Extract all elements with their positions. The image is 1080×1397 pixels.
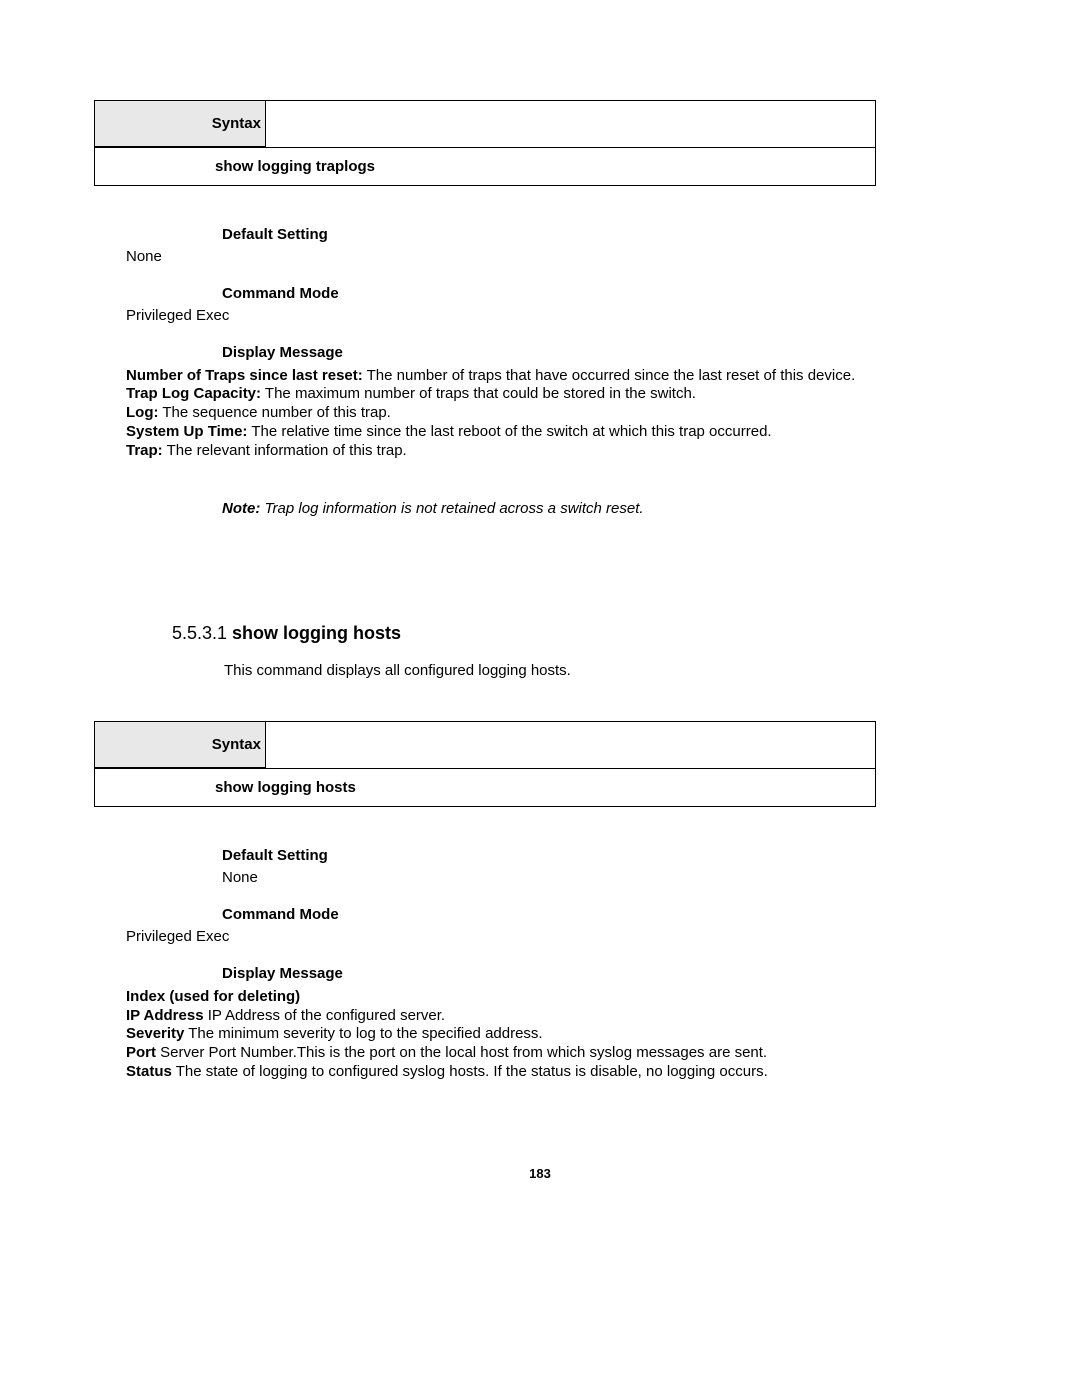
trap-label: Trap: — [126, 442, 163, 459]
port-text: Server Port Number.This is the port on t… — [156, 1044, 767, 1061]
ip-label: IP Address — [126, 1007, 204, 1024]
subsection-heading: 5.5.3.1 show logging hosts — [172, 623, 960, 644]
display-message-label-1: Display Message — [222, 344, 960, 361]
command-mode-label-2: Command Mode — [222, 906, 960, 923]
syntax-command-1: show logging traplogs — [95, 147, 875, 185]
note-text: Note: Trap log information is not retain… — [222, 500, 960, 517]
default-setting-label-1: Default Setting — [222, 226, 960, 243]
command-mode-label-1: Command Mode — [222, 285, 960, 302]
port-label: Port — [126, 1044, 156, 1061]
uptime-label: System Up Time: — [126, 423, 247, 440]
num-traps-label: Number of Traps since last reset: — [126, 367, 363, 384]
display-message-body-2: Index (used for deleting) IP Address IP … — [126, 988, 960, 1082]
trap-text: The relevant information of this trap. — [163, 442, 407, 459]
subsection-title: show logging hosts — [232, 623, 401, 643]
syntax-label-1: Syntax — [94, 100, 266, 147]
num-traps-text: The number of traps that have occurred s… — [363, 367, 855, 384]
ip-text: IP Address of the configured server. — [204, 1007, 446, 1024]
command-mode-value-1: Privileged Exec — [126, 307, 960, 326]
syntax-box-2: Syntax show logging hosts — [94, 721, 876, 807]
index-label: Index (used for deleting) — [126, 988, 300, 1005]
default-setting-value-1: None — [126, 248, 960, 267]
note-label: Note: — [222, 500, 260, 517]
default-setting-label-2: Default Setting — [222, 847, 960, 864]
log-text: The sequence number of this trap. — [158, 404, 390, 421]
uptime-text: The relative time since the last reboot … — [247, 423, 771, 440]
severity-text: The minimum severity to log to the speci… — [184, 1025, 542, 1042]
syntax-command-2: show logging hosts — [95, 768, 875, 806]
status-label: Status — [126, 1063, 172, 1080]
syntax-label-2: Syntax — [94, 721, 266, 768]
status-text: The state of logging to configured syslo… — [172, 1063, 768, 1080]
page-number: 183 — [0, 1166, 1080, 1181]
default-setting-value-2: None — [222, 869, 960, 888]
severity-label: Severity — [126, 1025, 184, 1042]
subsection-number: 5.5.3.1 — [172, 623, 232, 643]
command-mode-value-2: Privileged Exec — [126, 928, 960, 947]
capacity-text: The maximum number of traps that could b… — [261, 385, 696, 402]
log-label: Log: — [126, 404, 158, 421]
capacity-label: Trap Log Capacity: — [126, 385, 261, 402]
note-body: Trap log information is not retained acr… — [260, 500, 643, 517]
syntax-box-1: Syntax show logging traplogs — [94, 100, 876, 186]
display-message-body-1: Number of Traps since last reset: The nu… — [126, 367, 960, 461]
display-message-label-2: Display Message — [222, 965, 960, 982]
subsection-desc: This command displays all configured log… — [224, 662, 960, 679]
